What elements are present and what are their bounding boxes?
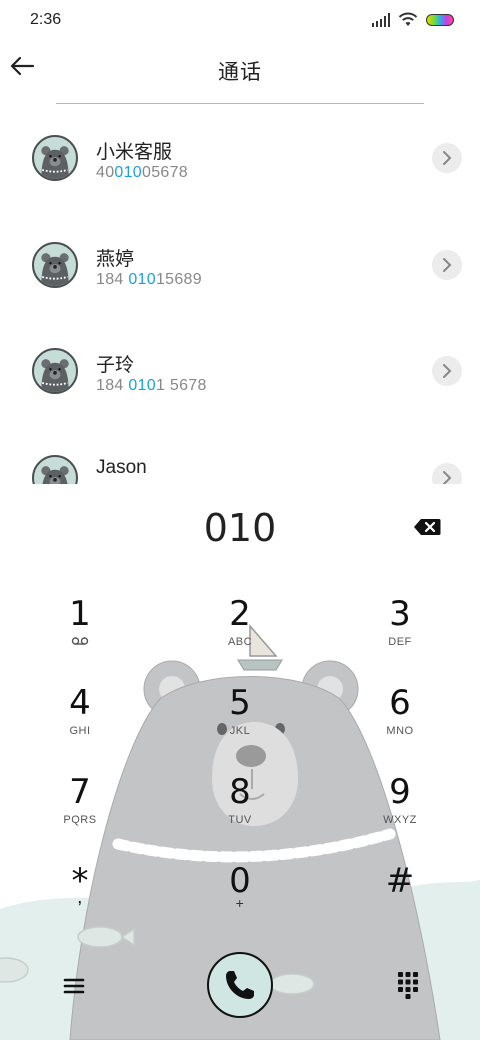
key-digit: 1 — [69, 594, 91, 634]
wifi-icon — [398, 12, 418, 26]
status-time: 2:36 — [30, 11, 62, 28]
key-digit: 6 — [389, 683, 411, 723]
bear-avatar — [32, 242, 78, 288]
contact-details-button[interactable] — [432, 143, 462, 173]
number-prefix: 40 — [96, 164, 115, 181]
chevron-right-icon — [443, 471, 452, 484]
dialer-bottom-bar — [0, 952, 480, 1040]
key-letters: GHI — [69, 725, 91, 737]
bear-avatar — [32, 135, 78, 181]
key-letters: PQRS — [63, 814, 97, 826]
backspace-icon[interactable] — [413, 518, 441, 536]
contact-details-button[interactable] — [432, 356, 462, 386]
keypad-icon[interactable] — [396, 970, 420, 1000]
contact-list: 小米客服 4001005678 燕婷 184 01015689 子玲 184 0… — [0, 104, 480, 484]
key-letters: + — [235, 895, 245, 911]
battery-icon — [426, 13, 454, 26]
key-star[interactable]: * , — [20, 861, 140, 941]
key-digit: 2 — [229, 594, 251, 634]
key-letters: ABC — [227, 636, 253, 648]
header: 通话 — [0, 40, 480, 104]
contact-name: 小米客服 — [96, 141, 173, 163]
voicemail-icon — [71, 637, 89, 645]
bear-avatar — [32, 455, 78, 484]
dialed-number-display: 010 — [203, 506, 277, 550]
chevron-right-icon — [443, 151, 452, 165]
key-letters: MNO — [386, 725, 414, 737]
key-1[interactable]: 1 — [20, 594, 140, 674]
key-7[interactable]: 7 PQRS — [20, 772, 140, 852]
signal-icon — [372, 12, 390, 27]
key-digit: # — [385, 861, 415, 901]
contact-name: Jason — [96, 457, 147, 478]
key-9[interactable]: 9 WXYZ — [340, 772, 460, 852]
key-2[interactable]: 2 ABC — [180, 594, 300, 674]
contact-number: 184 01015689 — [96, 271, 202, 289]
bear-avatar — [32, 348, 78, 394]
key-digit: 8 — [229, 772, 251, 812]
number-prefix: 184 — [96, 377, 129, 394]
key-6[interactable]: 6 MNO — [340, 683, 460, 763]
number-suffix: 05678 — [142, 164, 189, 181]
call-button[interactable] — [207, 952, 273, 1018]
contact-name: 燕婷 — [96, 248, 135, 270]
key-0[interactable]: 0 + — [180, 861, 300, 941]
number-match: 010 — [114, 164, 143, 181]
key-letters: JKL — [229, 725, 251, 737]
chevron-right-icon — [443, 364, 452, 378]
key-digit: 4 — [69, 683, 91, 723]
contact-row[interactable]: 小米客服 4001005678 — [0, 104, 480, 204]
key-4[interactable]: 4 GHI — [20, 683, 140, 763]
contact-number: 4001005678 — [96, 164, 188, 182]
contact-number: 184 0101 5678 — [96, 377, 207, 395]
page-title: 通话 — [218, 60, 262, 84]
dialer-panel: 010 1 2 ABC 3 DEF 4 GHI 5 JKL 6 MNO 7 PQ… — [0, 484, 480, 1040]
key-letters: TUV — [228, 814, 252, 826]
key-digit: 7 — [69, 772, 91, 812]
key-3[interactable]: 3 DEF — [340, 594, 460, 674]
contact-row[interactable]: 子玲 184 0101 5678 — [0, 317, 480, 417]
number-suffix: 15689 — [155, 271, 202, 288]
contact-name: 子玲 — [96, 354, 135, 376]
number-suffix: 1 5678 — [155, 377, 207, 394]
key-hash[interactable]: # — [340, 861, 460, 941]
number-match: 010 — [128, 377, 156, 394]
phone-icon — [226, 971, 254, 999]
key-digit: 3 — [389, 594, 411, 634]
key-5[interactable]: 5 JKL — [180, 683, 300, 763]
menu-icon[interactable] — [62, 974, 86, 998]
contact-details-button[interactable] — [432, 463, 462, 484]
key-digit: 5 — [229, 683, 251, 723]
status-icons — [372, 12, 454, 27]
key-letters: DEF — [388, 636, 412, 648]
contact-details-button[interactable] — [432, 250, 462, 280]
status-bar: 2:36 — [0, 0, 480, 40]
number-prefix: 184 — [96, 271, 129, 288]
number-match: 010 — [128, 271, 156, 288]
chevron-right-icon — [443, 258, 452, 272]
contact-row[interactable]: Jason — [0, 424, 480, 484]
key-letters: , — [77, 887, 83, 907]
key-8[interactable]: 8 TUV — [180, 772, 300, 852]
key-digit: 9 — [389, 772, 411, 812]
key-letters: WXYZ — [383, 814, 417, 826]
contact-row[interactable]: 燕婷 184 01015689 — [0, 211, 480, 311]
